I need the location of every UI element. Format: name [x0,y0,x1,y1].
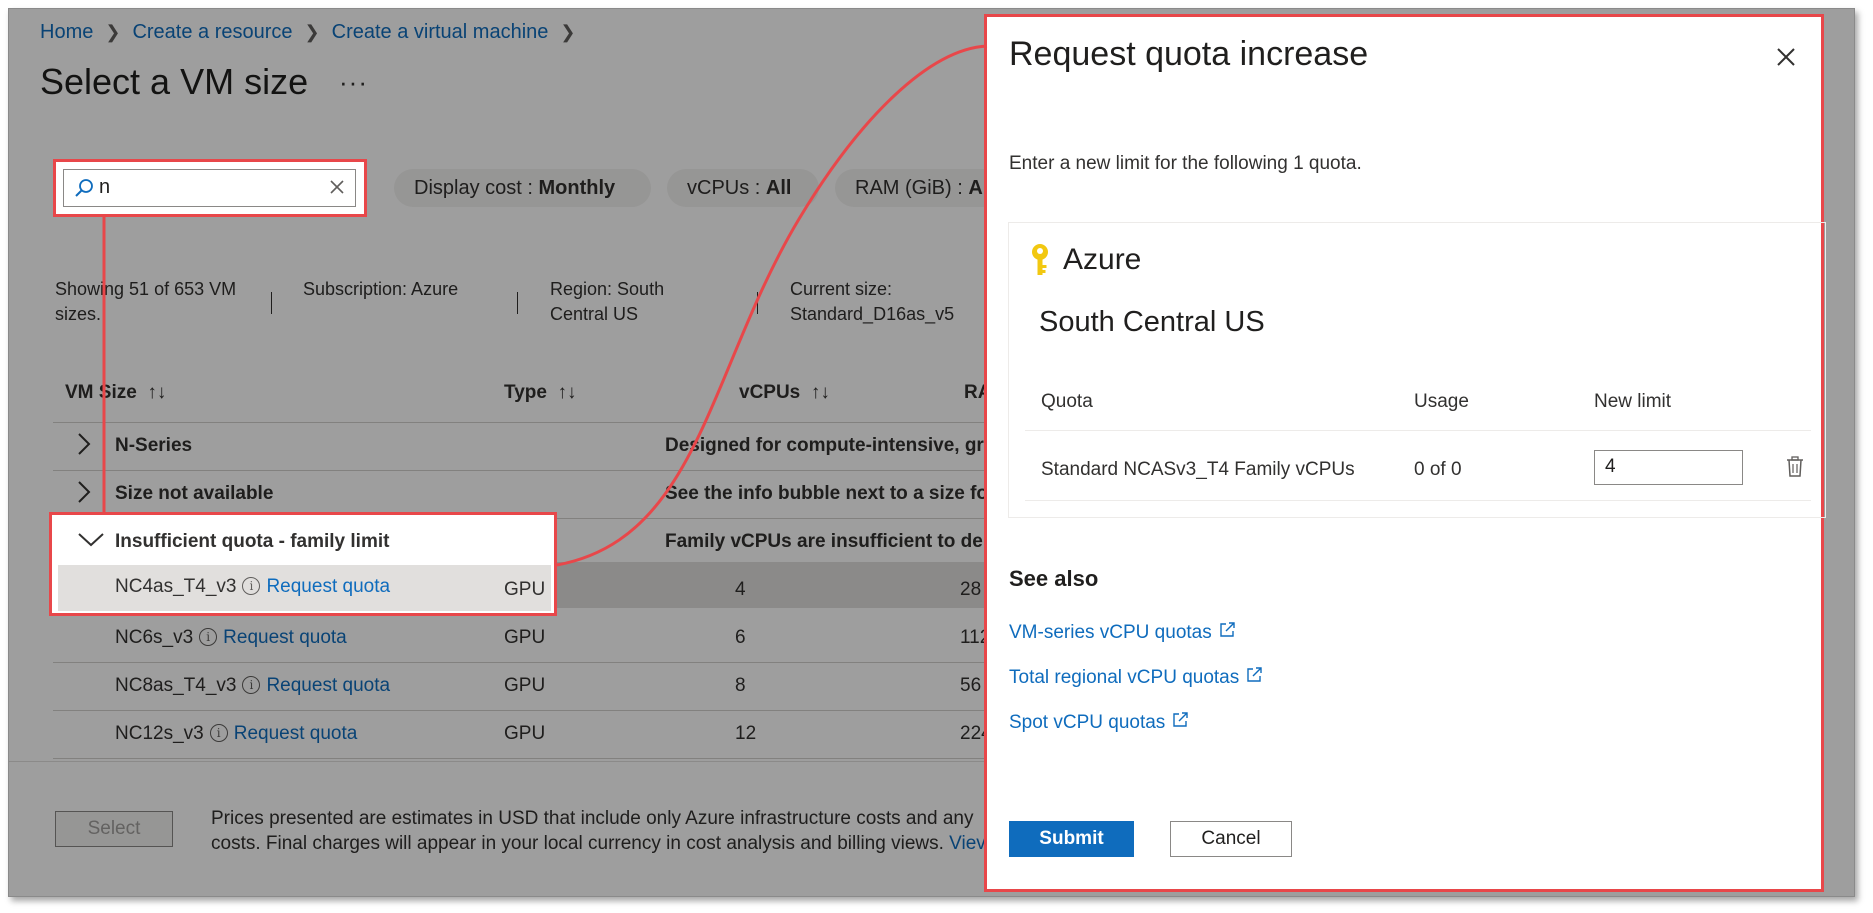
quota-card: Azure South Central US Quota Usage New l… [1008,222,1826,518]
quota-usage: 0 of 0 [1414,459,1462,480]
regional-quotas-link[interactable]: Total regional vCPU quotas [1009,666,1263,690]
insufficient-quota-callout: Insufficient quota - family limit NC4as_… [49,512,557,616]
spot-quotas-link[interactable]: Spot vCPU quotas [1009,711,1189,735]
column-header-usage: Usage [1414,391,1469,412]
delete-icon[interactable] [1786,456,1804,483]
column-header-new-limit: New limit [1594,391,1672,412]
request-quota-link[interactable]: Request quota [266,576,390,597]
table-row-selected[interactable]: NC4as_T4_v3 i Request quota GPU [58,565,551,611]
column-header-quota: Quota [1041,391,1093,412]
new-limit-input[interactable]: 4 [1594,450,1743,485]
cell-type: GPU [504,579,546,600]
request-quota-panel: Request quota increase Enter a new limit… [984,14,1826,892]
panel-title: Request quota increase [1009,35,1369,73]
search-callout: n [53,159,367,217]
search-icon [73,177,95,204]
row-divider [1025,430,1811,431]
see-also-heading: See also [1009,566,1099,591]
quota-name: Standard NCASv3_T4 Family vCPUs [1041,459,1355,480]
region-name: South Central US [1039,306,1265,338]
vm-series-quotas-link[interactable]: VM-series vCPU quotas [1009,621,1236,645]
external-link-icon [1245,666,1263,690]
panel-intro: Enter a new limit for the following 1 qu… [1009,153,1362,174]
external-link-icon [1218,621,1236,645]
table-row[interactable]: NC4as_T4_v3 i Request quota [115,576,390,598]
external-link-icon [1171,711,1189,735]
group-insufficient-quota[interactable]: Insufficient quota - family limit [115,531,389,553]
cancel-button[interactable]: Cancel [1170,821,1292,857]
provider-name: Azure [1063,243,1142,276]
key-icon [1029,243,1051,282]
chevron-down-icon[interactable] [76,528,106,555]
row-divider [1025,500,1811,501]
info-icon[interactable]: i [242,576,261,595]
submit-button[interactable]: Submit [1009,821,1134,857]
search-value: n [99,176,111,198]
close-icon[interactable] [327,177,347,202]
screenshot-frame: Home ❯ Create a resource ❯ Create a virt… [8,8,1855,897]
search-input[interactable]: n [63,169,356,207]
close-icon[interactable] [1775,46,1797,73]
